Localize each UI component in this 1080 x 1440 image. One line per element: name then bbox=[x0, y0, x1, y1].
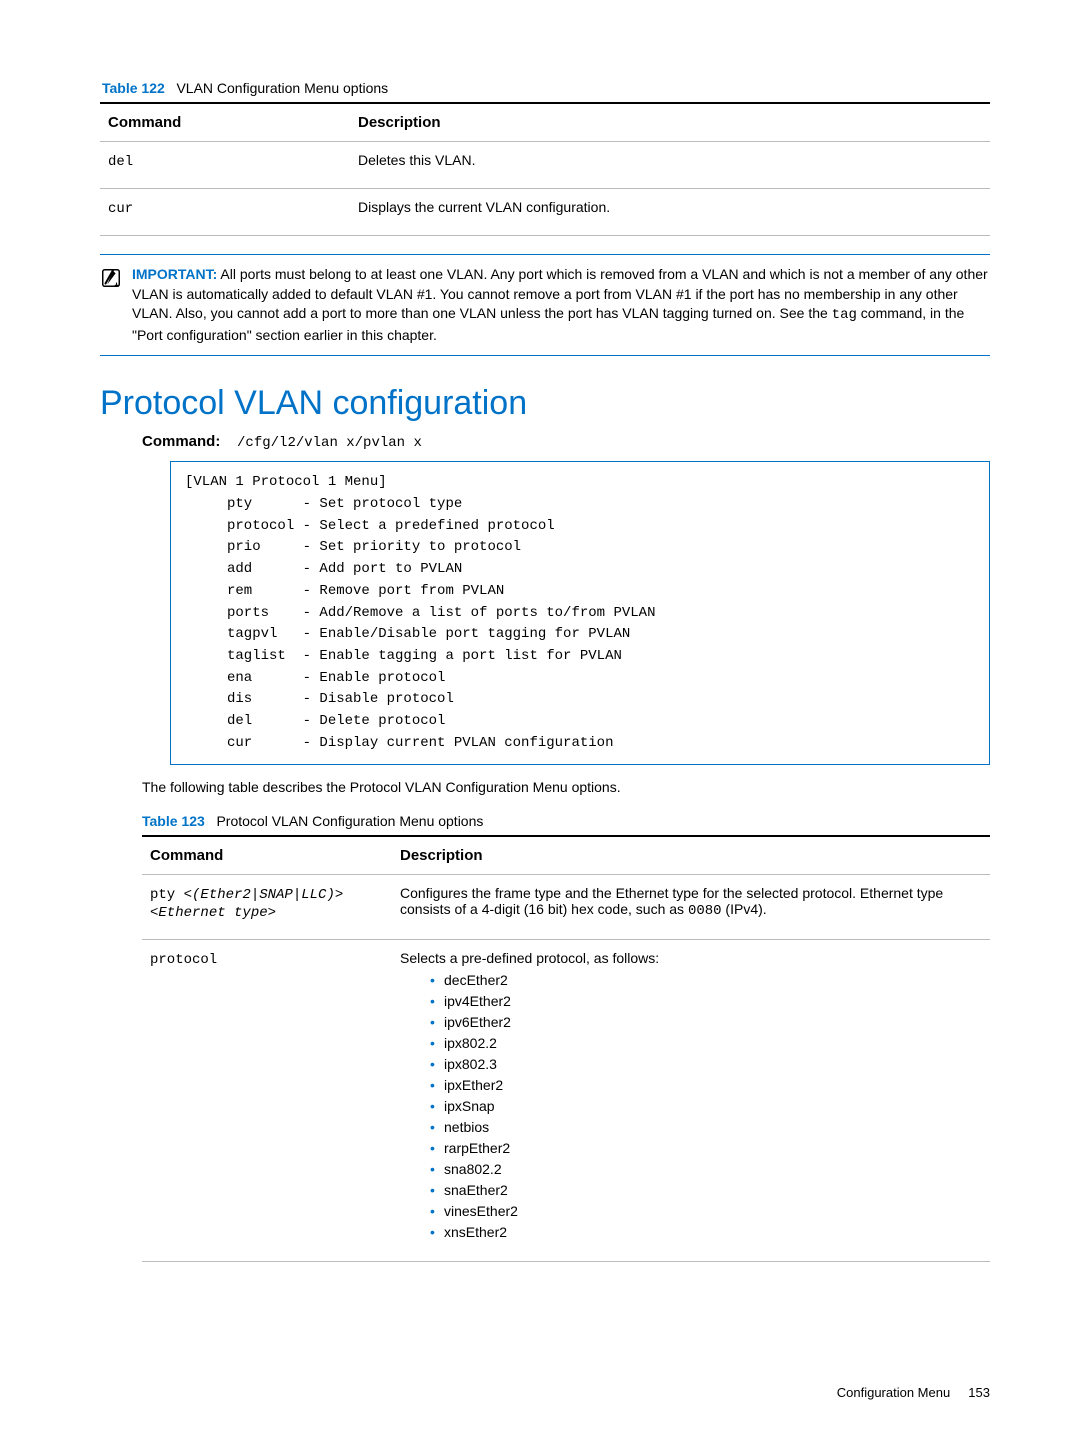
spacer bbox=[209, 813, 213, 829]
table123-intro: The following table describes the Protoc… bbox=[142, 779, 990, 795]
pty-cmd-b: (Ether2|SNAP|LLC) bbox=[192, 887, 335, 903]
pty-cmd-a: pty < bbox=[150, 887, 192, 903]
list-item: sna802.2 bbox=[430, 1159, 982, 1180]
list-item: ipv6Ether2 bbox=[430, 1012, 982, 1033]
th-command: Command bbox=[100, 103, 350, 142]
cell-cmd: protocol bbox=[142, 940, 392, 1262]
table-row: pty <(Ether2|SNAP|LLC)> <Ethernet type> … bbox=[142, 875, 990, 940]
list-item: ipxSnap bbox=[430, 1096, 982, 1117]
list-item: ipv4Ether2 bbox=[430, 991, 982, 1012]
list-item: xnsEther2 bbox=[430, 1222, 982, 1243]
protocol-list: decEther2 ipv4Ether2 ipv6Ether2 ipx802.2… bbox=[400, 970, 982, 1243]
important-body: IMPORTANT: All ports must belong to at l… bbox=[132, 265, 990, 345]
pty-cmd-d: Ethernet type bbox=[158, 905, 267, 921]
list-item: netbios bbox=[430, 1117, 982, 1138]
menu-code-box: [VLAN 1 Protocol 1 Menu] pty - Set proto… bbox=[170, 461, 990, 765]
th-description: Description bbox=[350, 103, 990, 142]
cell-desc: Selects a pre-defined protocol, as follo… bbox=[392, 940, 990, 1262]
list-item: ipxEther2 bbox=[430, 1075, 982, 1096]
table-header-row: Command Description bbox=[142, 836, 990, 875]
th-description: Description bbox=[392, 836, 990, 875]
table123-label: Table 123 bbox=[142, 813, 205, 829]
pty-cmd-e: > bbox=[268, 905, 276, 921]
page-footer: Configuration Menu 153 bbox=[837, 1385, 990, 1400]
important-callout: IMPORTANT: All ports must belong to at l… bbox=[100, 255, 990, 355]
cmd-cur: cur bbox=[108, 201, 133, 217]
cell-desc: Deletes this VLAN. bbox=[350, 142, 990, 189]
spacer bbox=[169, 80, 173, 96]
tag-word: tag bbox=[832, 307, 857, 323]
protocol-desc-lead: Selects a pre-defined protocol, as follo… bbox=[400, 950, 659, 966]
table122-title: VLAN Configuration Menu options bbox=[176, 80, 388, 96]
table123-title: Protocol VLAN Configuration Menu options bbox=[216, 813, 483, 829]
cell-cmd: cur bbox=[100, 189, 350, 236]
table-header-row: Command Description bbox=[100, 103, 990, 142]
pty-desc-code: 0080 bbox=[688, 903, 722, 919]
cell-cmd: del bbox=[100, 142, 350, 189]
footer-section: Configuration Menu bbox=[837, 1385, 950, 1400]
table123-caption: Table 123 Protocol VLAN Configuration Me… bbox=[142, 813, 990, 829]
list-item: vinesEther2 bbox=[430, 1201, 982, 1222]
table122-label: Table 122 bbox=[102, 80, 165, 96]
pty-desc-b: (IPv4). bbox=[722, 901, 767, 917]
important-lead: IMPORTANT: bbox=[132, 266, 217, 282]
note-icon bbox=[100, 267, 122, 289]
section-heading: Protocol VLAN configuration bbox=[100, 384, 990, 423]
table-row: cur Displays the current VLAN configurat… bbox=[100, 189, 990, 236]
list-item: ipx802.2 bbox=[430, 1033, 982, 1054]
list-item: snaEther2 bbox=[430, 1180, 982, 1201]
list-item: rarpEther2 bbox=[430, 1138, 982, 1159]
cell-desc: Displays the current VLAN configuration. bbox=[350, 189, 990, 236]
cell-desc: Configures the frame type and the Ethern… bbox=[392, 875, 990, 940]
page: Table 122 VLAN Configuration Menu option… bbox=[0, 0, 1080, 1440]
table122: Command Description del Deletes this VLA… bbox=[100, 102, 990, 236]
footer-page: 153 bbox=[968, 1385, 990, 1400]
table123: Command Description pty <(Ether2|SNAP|LL… bbox=[142, 835, 990, 1262]
command-label: Command: bbox=[142, 433, 220, 450]
list-item: decEther2 bbox=[430, 970, 982, 991]
protocol-cmd: protocol bbox=[150, 952, 217, 968]
table122-caption: Table 122 VLAN Configuration Menu option… bbox=[102, 80, 990, 96]
list-item: ipx802.3 bbox=[430, 1054, 982, 1075]
table-row: del Deletes this VLAN. bbox=[100, 142, 990, 189]
pty-desc-a: Configures the frame type and the Ethern… bbox=[400, 885, 943, 917]
th-command: Command bbox=[142, 836, 392, 875]
table-row: protocol Selects a pre-defined protocol,… bbox=[142, 940, 990, 1262]
cell-cmd: pty <(Ether2|SNAP|LLC)> <Ethernet type> bbox=[142, 875, 392, 940]
cmd-del: del bbox=[108, 154, 133, 170]
command-line: Command: /cfg/l2/vlan x/pvlan x bbox=[142, 433, 990, 451]
divider bbox=[100, 355, 990, 356]
command-value: /cfg/l2/vlan x/pvlan x bbox=[237, 435, 422, 451]
